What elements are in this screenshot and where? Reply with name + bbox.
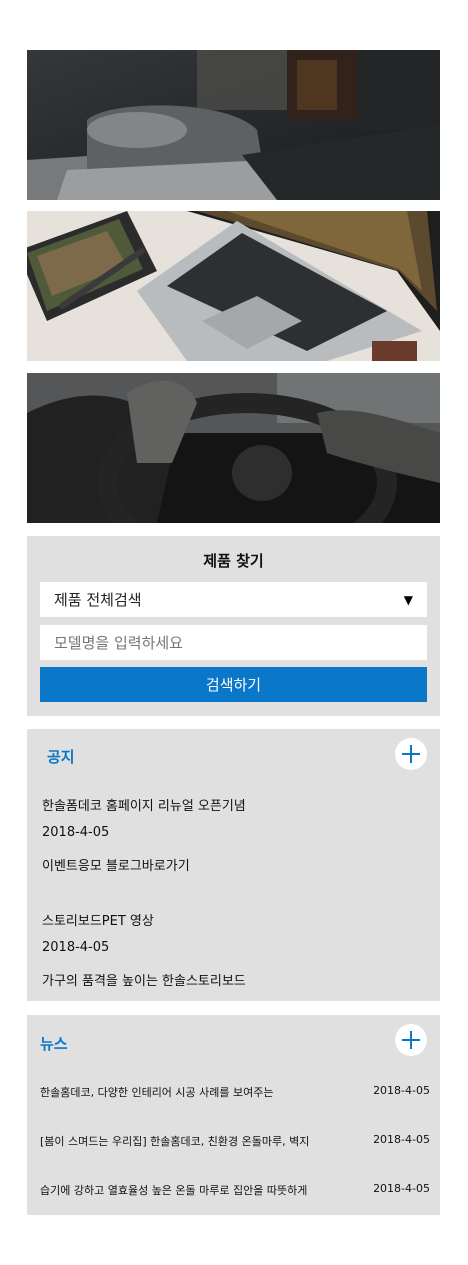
model-search-input[interactable] bbox=[40, 625, 427, 660]
notice-panel: 공지 한솔폼데코 홈페이지 리뉴얼 오픈기념 2018-4-05 이벤트응모 블… bbox=[27, 729, 440, 1001]
product-search-panel: 제품 찾기 제품 전체검색 ▼ 검색하기 bbox=[27, 536, 440, 716]
laptop-banner[interactable] bbox=[27, 211, 440, 361]
news-item-date: 2018-4-05 bbox=[373, 1084, 430, 1097]
chevron-down-icon: ▼ bbox=[403, 593, 413, 607]
category-select[interactable]: 제품 전체검색 ▼ bbox=[40, 582, 427, 617]
news-item-title[interactable]: 한솔홈데코, 다양한 인테리어 시공 사례를 보여주는 bbox=[40, 1084, 274, 1100]
search-button[interactable]: 검색하기 bbox=[40, 667, 427, 702]
notice-title: 공지 bbox=[47, 748, 75, 766]
notice-item-title[interactable]: 한솔폼데코 홈페이지 리뉴얼 오픈기념 bbox=[42, 795, 246, 814]
news-item-date: 2018-4-05 bbox=[373, 1133, 430, 1146]
notice-item-date: 2018-4-05 bbox=[42, 825, 110, 840]
notice-item-date: 2018-4-05 bbox=[42, 940, 110, 955]
bedroom-banner[interactable] bbox=[27, 50, 440, 200]
notice-item-title[interactable]: 스토리보드PET 영상 bbox=[42, 910, 154, 929]
car-steering-banner[interactable] bbox=[27, 373, 440, 523]
news-panel: 뉴스 한솔홈데코, 다양한 인테리어 시공 사례를 보여주는 2018-4-05… bbox=[27, 1015, 440, 1215]
car-steering-image bbox=[27, 373, 440, 523]
news-title: 뉴스 bbox=[40, 1035, 68, 1053]
search-title: 제품 찾기 bbox=[203, 552, 264, 570]
news-item-date: 2018-4-05 bbox=[373, 1182, 430, 1195]
bedroom-image bbox=[27, 50, 440, 200]
news-more-plus-icon[interactable] bbox=[395, 1024, 427, 1056]
news-item-title[interactable]: 습기에 강하고 열효율성 높은 온돌 마루로 집안을 따뜻하게 bbox=[40, 1182, 307, 1198]
category-select-value: 제품 전체검색 bbox=[54, 591, 142, 609]
laptop-image bbox=[27, 211, 440, 361]
notice-item-desc[interactable]: 가구의 품격을 높이는 한솔스토리보드 bbox=[42, 970, 246, 989]
news-item-title[interactable]: [봄이 스며드는 우리집] 한솔홈데코, 친환경 온돌마루, 벽지 bbox=[40, 1133, 309, 1149]
notice-item-desc[interactable]: 이벤트응모 블로그바로가기 bbox=[42, 855, 190, 874]
notice-more-plus-icon[interactable] bbox=[395, 738, 427, 770]
